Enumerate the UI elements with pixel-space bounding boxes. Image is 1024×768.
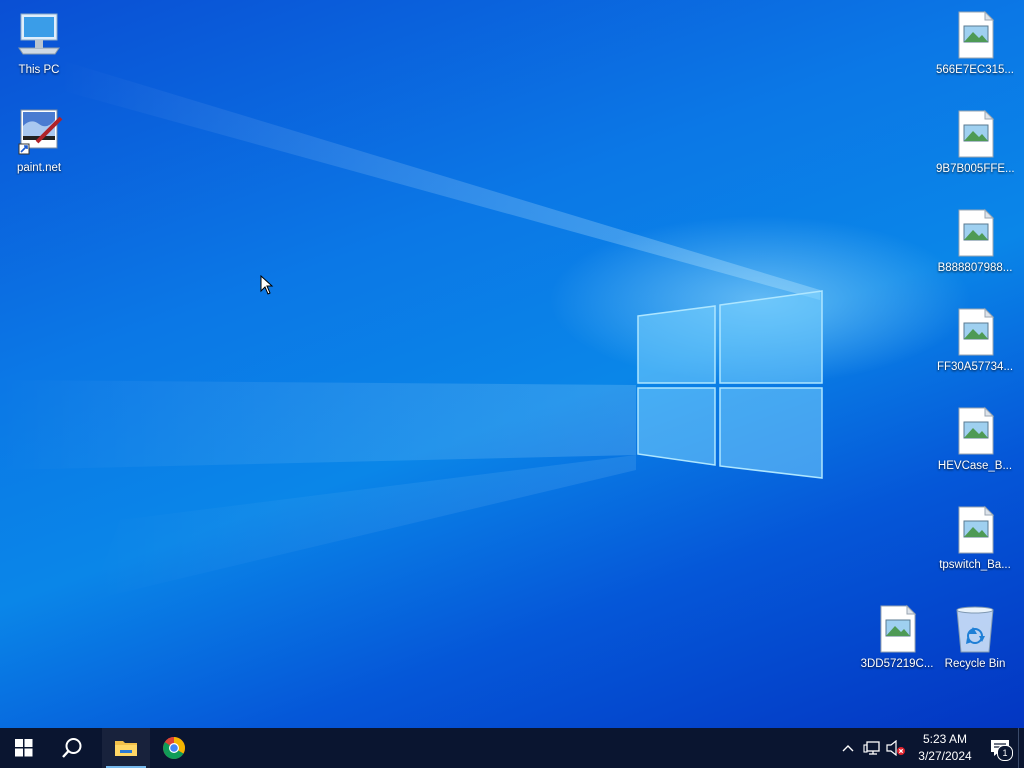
windows-logo-wallpaper (637, 290, 823, 479)
desktop-icon-file-hevcase[interactable]: HEVCase_B... (936, 406, 1014, 473)
image-file-icon (958, 505, 995, 554)
action-center-button[interactable]: 1 (982, 728, 1018, 768)
desktop-icon-this-pc[interactable]: This PC (0, 10, 78, 77)
desktop-icon-label: This PC (18, 64, 60, 76)
desktop-icon-label: 3DD57219C... (860, 658, 934, 670)
notification-count-badge: 1 (997, 745, 1013, 761)
chrome-taskbar-button[interactable] (150, 728, 198, 768)
this-pc-icon (18, 13, 60, 55)
search-button[interactable] (48, 728, 96, 768)
show-hidden-icons-button[interactable] (836, 728, 860, 768)
clock[interactable]: 5:23 AM 3/27/2024 (908, 731, 982, 765)
network-tray-button[interactable] (860, 728, 884, 768)
image-file-icon (958, 406, 995, 455)
desktop-icon-file-9b7b005ffe[interactable]: 9B7B005FFE... (936, 109, 1014, 176)
image-file-icon (958, 208, 995, 257)
chevron-up-icon (842, 745, 854, 752)
image-file-icon (958, 109, 995, 158)
desktop-icon-label: HEVCase_B... (937, 460, 1013, 472)
image-file-icon (958, 10, 995, 59)
desktop-icon-label: 9B7B005FFE... (936, 163, 1014, 175)
taskbar: 5:23 AM 3/27/2024 1 (0, 728, 1024, 768)
volume-muted-icon (886, 740, 905, 756)
system-tray: 5:23 AM 3/27/2024 1 (836, 728, 1024, 768)
desktop-icon-label: FF30A57734... (936, 361, 1014, 373)
chrome-icon (163, 737, 185, 759)
image-file-icon (880, 604, 917, 653)
file-explorer-taskbar-button[interactable] (102, 728, 150, 768)
mouse-cursor (260, 275, 274, 295)
desktop-icon-file-b888807988[interactable]: B888807988... (936, 208, 1014, 275)
recycle-bin-icon (956, 606, 994, 653)
windows-start-icon (15, 739, 33, 757)
desktop-icon-recycle-bin[interactable]: Recycle Bin (936, 604, 1014, 671)
show-desktop-button[interactable] (1018, 728, 1024, 768)
search-icon (62, 738, 82, 758)
desktop-icon-file-3dd57219c[interactable]: 3DD57219C... (858, 604, 936, 671)
desktop-icon-label: 566E7EC315... (936, 64, 1014, 76)
volume-tray-button[interactable] (884, 728, 908, 768)
image-file-icon (958, 307, 995, 356)
desktop-icon-file-ff30a57734[interactable]: FF30A57734... (936, 307, 1014, 374)
desktop-icon-label: B888807988... (937, 262, 1013, 274)
desktop-icon-label: paint.net (16, 162, 62, 174)
desktop-icon-file-tpswitch[interactable]: tpswitch_Ba... (936, 505, 1014, 572)
clock-date: 3/27/2024 (918, 749, 972, 763)
start-button[interactable] (0, 728, 48, 768)
network-icon (863, 741, 880, 755)
clock-time: 5:23 AM (922, 732, 968, 746)
file-explorer-icon (115, 741, 137, 756)
desktop-icon-paint-net[interactable]: paint.net (0, 108, 78, 175)
desktop[interactable]: This PC paint.net 566E7EC315... 9B7B005F… (0, 0, 1024, 728)
desktop-icon-file-566e7ec315[interactable]: 566E7EC315... (936, 10, 1014, 77)
desktop-icon-label: Recycle Bin (944, 658, 1006, 670)
desktop-icon-label: tpswitch_Ba... (939, 559, 1011, 571)
paint-net-icon (18, 109, 63, 155)
